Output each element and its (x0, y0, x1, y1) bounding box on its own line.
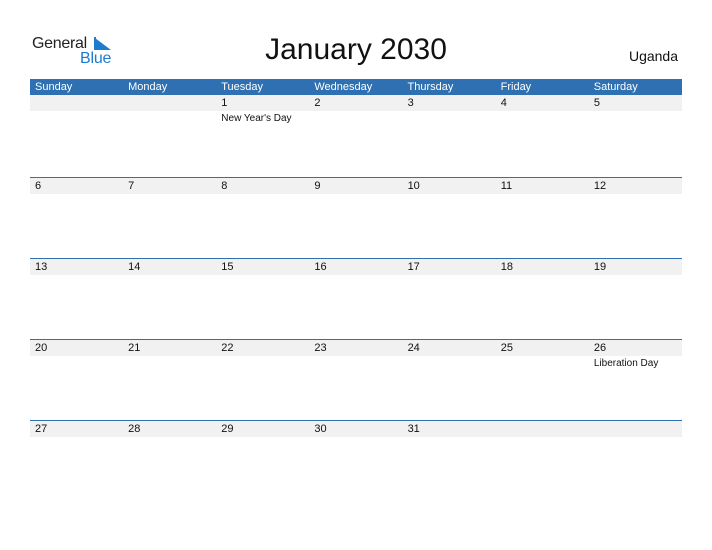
day-number: 7 (128, 180, 135, 192)
day-cell: 8 (216, 178, 309, 259)
day-cell: 15 (216, 259, 309, 340)
day-cell: 4 (496, 95, 589, 176)
day-cell: 23 (309, 340, 402, 421)
weekday-thursday: Thursday (407, 81, 454, 93)
day-cell: 5 (589, 95, 682, 176)
day-number: 8 (221, 180, 228, 192)
day-cell: 17 (403, 259, 496, 340)
weekday-friday: Friday (500, 81, 532, 93)
day-cell: 27 (30, 421, 123, 502)
day-number: 12 (593, 180, 607, 192)
holiday-label: Liberation Day (593, 358, 659, 369)
weekday-sunday: Sunday (35, 81, 73, 93)
day-number: 13 (35, 261, 48, 273)
day-cell: 6 (30, 178, 123, 259)
day-cell: 20 (30, 340, 123, 421)
day-cell: 1 New Year's Day (216, 95, 309, 176)
day-cell: 21 (123, 340, 216, 421)
week-row: 20 21 22 23 24 25 26 Liberation Day (30, 339, 682, 421)
day-cell: 14 (123, 259, 216, 340)
day-number: 27 (35, 423, 48, 435)
country-label: Uganda (628, 48, 678, 64)
day-number: 30 (314, 423, 327, 435)
day-cell: 28 (123, 421, 216, 502)
day-cell: 13 (30, 259, 123, 340)
day-cell (123, 95, 216, 176)
day-cell (589, 421, 682, 502)
day-number: 14 (128, 261, 141, 273)
day-cell: 30 (309, 421, 402, 502)
day-number: 22 (221, 342, 234, 354)
day-number: 19 (593, 261, 607, 273)
day-cell: 18 (496, 259, 589, 340)
holiday-label: New Year's Day (221, 113, 292, 124)
weekday-monday: Monday (128, 81, 168, 93)
week-row: 6 7 8 9 10 11 12 (30, 177, 682, 259)
day-number: 21 (128, 342, 141, 354)
weekday-saturday: Saturday (593, 81, 638, 93)
week-row: 27 28 29 30 31 (30, 420, 682, 502)
weekday-wednesday: Wednesday (314, 81, 373, 93)
day-number: 11 (500, 180, 513, 192)
day-number: 20 (35, 342, 48, 354)
day-number: 24 (407, 342, 420, 354)
day-cell: 16 (309, 259, 402, 340)
day-number: 3 (407, 97, 414, 109)
day-number: 26 (593, 342, 607, 354)
day-number: 23 (314, 342, 327, 354)
day-cell: 11 (496, 178, 589, 259)
day-cell: 10 (403, 178, 496, 259)
day-cell (30, 95, 123, 176)
day-cell: 3 (403, 95, 496, 176)
day-cell: 31 (403, 421, 496, 502)
weekday-header: Sunday Monday Tuesday Wednesday Thursday… (30, 79, 682, 95)
day-number: 17 (407, 261, 420, 273)
day-number: 6 (35, 180, 42, 192)
day-cell: 22 (216, 340, 309, 421)
day-number: 16 (314, 261, 327, 273)
day-cell: 2 (309, 95, 402, 176)
day-cell: 7 (123, 178, 216, 259)
day-number: 18 (500, 261, 513, 273)
week-row: 13 14 15 16 17 18 19 (30, 258, 682, 340)
weekday-tuesday: Tuesday (221, 81, 264, 93)
day-number: 25 (500, 342, 513, 354)
day-cell: 9 (309, 178, 402, 259)
week-row: 1 New Year's Day 2 3 4 5 (30, 95, 682, 176)
day-cell: 24 (403, 340, 496, 421)
day-cell: 25 (496, 340, 589, 421)
day-number: 5 (593, 97, 600, 109)
day-cell: 12 (589, 178, 682, 259)
day-number: 9 (314, 180, 321, 192)
day-number: 1 (221, 97, 228, 109)
day-cell: 29 (216, 421, 309, 502)
day-number: 28 (128, 423, 141, 435)
day-number: 4 (500, 97, 507, 109)
day-cell (496, 421, 589, 502)
day-number: 2 (314, 97, 321, 109)
calendar-title: January 2030 (265, 33, 447, 66)
day-number: 15 (221, 261, 234, 273)
day-number: 10 (407, 180, 420, 192)
day-number: 29 (221, 423, 234, 435)
day-cell: 26 Liberation Day (589, 340, 682, 421)
day-cell: 19 (589, 259, 682, 340)
day-number: 31 (407, 423, 420, 435)
